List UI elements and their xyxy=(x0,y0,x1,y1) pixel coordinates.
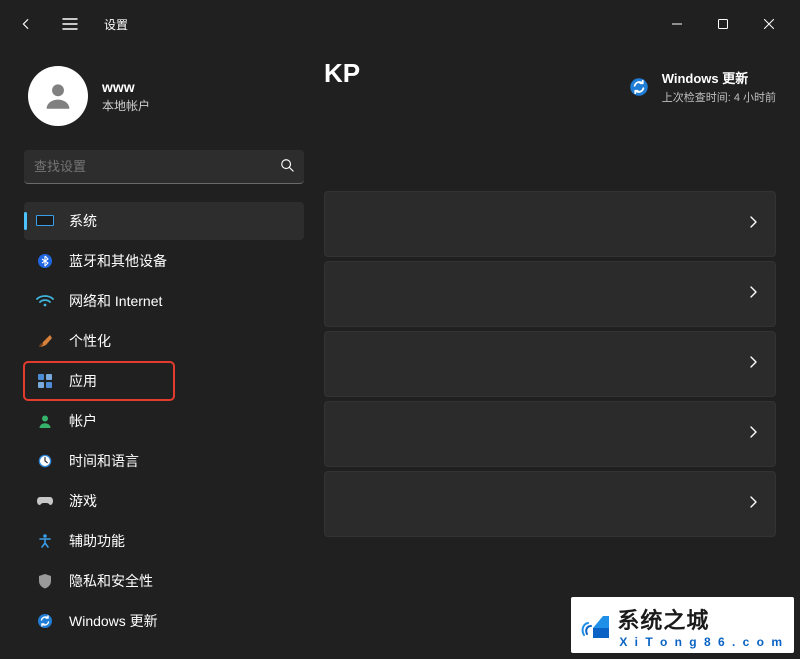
chevron-right-icon xyxy=(749,215,757,233)
sidebar-item-privacy[interactable]: 隐私和安全性 xyxy=(24,562,304,600)
content: www 本地帐户 系统 蓝牙和其他设备 xyxy=(0,48,800,659)
settings-card[interactable] xyxy=(324,261,776,327)
settings-cards xyxy=(324,191,776,537)
settings-card[interactable] xyxy=(324,471,776,537)
chevron-right-icon xyxy=(749,355,757,373)
sidebar-item-accessibility[interactable]: 辅助功能 xyxy=(24,522,304,560)
sidebar-item-label: 网络和 Internet xyxy=(69,291,162,311)
window-title: 设置 xyxy=(104,16,128,33)
watermark-logo xyxy=(581,612,611,640)
sidebar-item-label: 蓝牙和其他设备 xyxy=(69,251,167,271)
minimize-button[interactable] xyxy=(654,8,700,40)
shield-icon xyxy=(36,572,54,590)
settings-card[interactable] xyxy=(324,191,776,257)
sync-icon xyxy=(36,612,54,630)
titlebar-left: 设置 xyxy=(8,6,128,42)
watermark-url: X i T o n g 8 6 . c o m xyxy=(619,635,784,649)
sidebar-item-label: 时间和语言 xyxy=(69,451,139,471)
windows-update-status[interactable]: Windows 更新 上次检查时间: 4 小时前 xyxy=(628,68,776,105)
sidebar-item-label: 应用 xyxy=(69,371,97,391)
sidebar-item-apps[interactable]: 应用 xyxy=(24,362,174,400)
search-icon xyxy=(280,158,294,175)
sidebar-item-network[interactable]: 网络和 Internet xyxy=(24,282,304,320)
page-title: KP xyxy=(324,58,360,89)
update-subtitle: 上次检查时间: 4 小时前 xyxy=(662,89,776,105)
settings-card[interactable] xyxy=(324,401,776,467)
titlebar: 设置 xyxy=(0,0,800,48)
minimize-icon xyxy=(672,19,682,29)
avatar xyxy=(28,66,88,126)
watermark: 系统之城 X i T o n g 8 6 . c o m xyxy=(571,597,794,653)
hamburger-button[interactable] xyxy=(52,6,88,42)
sidebar-item-update[interactable]: Windows 更新 xyxy=(24,602,304,640)
search-input[interactable] xyxy=(34,159,280,174)
back-button[interactable] xyxy=(8,6,44,42)
sidebar-item-label: 辅助功能 xyxy=(69,531,125,551)
sidebar-item-personalization[interactable]: 个性化 xyxy=(24,322,304,360)
sidebar: www 本地帐户 系统 蓝牙和其他设备 xyxy=(24,48,304,659)
update-text: Windows 更新 上次检查时间: 4 小时前 xyxy=(662,68,776,105)
search-box[interactable] xyxy=(24,150,304,184)
sidebar-nav: 系统 蓝牙和其他设备 网络和 Internet 个性化 xyxy=(24,202,304,640)
close-button[interactable] xyxy=(746,8,792,40)
sidebar-item-time[interactable]: 时间和语言 xyxy=(24,442,304,480)
chevron-right-icon xyxy=(749,425,757,443)
watermark-text-block: 系统之城 X i T o n g 8 6 . c o m xyxy=(617,603,784,649)
settings-card[interactable] xyxy=(324,331,776,397)
chevron-right-icon xyxy=(749,495,757,513)
back-icon xyxy=(19,17,33,31)
sidebar-item-label: 个性化 xyxy=(69,331,111,351)
sidebar-item-label: 隐私和安全性 xyxy=(69,571,153,591)
sidebar-item-accounts[interactable]: 帐户 xyxy=(24,402,304,440)
brush-icon xyxy=(36,332,54,350)
titlebar-right xyxy=(654,8,792,40)
main-panel: KP Windows 更新 上次检查时间: 4 小时前 xyxy=(304,48,776,659)
profile-block[interactable]: www 本地帐户 xyxy=(24,48,304,144)
chevron-right-icon xyxy=(749,285,757,303)
bluetooth-icon xyxy=(36,252,54,270)
sidebar-item-system[interactable]: 系统 xyxy=(24,202,304,240)
person-icon xyxy=(41,79,75,113)
sync-icon xyxy=(628,76,650,98)
maximize-icon xyxy=(718,19,728,29)
maximize-button[interactable] xyxy=(700,8,746,40)
account-icon xyxy=(36,412,54,430)
main-header: KP Windows 更新 上次检查时间: 4 小时前 xyxy=(324,58,776,105)
sidebar-item-label: 游戏 xyxy=(69,491,97,511)
close-icon xyxy=(764,19,774,29)
sidebar-item-label: 系统 xyxy=(69,211,97,231)
accessibility-icon xyxy=(36,532,54,550)
clock-icon xyxy=(36,452,54,470)
gamepad-icon xyxy=(36,492,54,510)
update-title: Windows 更新 xyxy=(662,68,776,87)
profile-name: www xyxy=(102,79,150,95)
watermark-text: 系统之城 xyxy=(617,603,784,635)
profile-info: www 本地帐户 xyxy=(102,79,150,114)
sidebar-item-label: Windows 更新 xyxy=(69,611,158,631)
apps-icon xyxy=(36,372,54,390)
wifi-icon xyxy=(36,292,54,310)
hamburger-icon xyxy=(62,17,78,31)
system-icon xyxy=(36,212,54,230)
sidebar-item-bluetooth[interactable]: 蓝牙和其他设备 xyxy=(24,242,304,280)
sidebar-item-label: 帐户 xyxy=(69,411,97,431)
sidebar-item-gaming[interactable]: 游戏 xyxy=(24,482,304,520)
profile-type: 本地帐户 xyxy=(102,97,150,114)
